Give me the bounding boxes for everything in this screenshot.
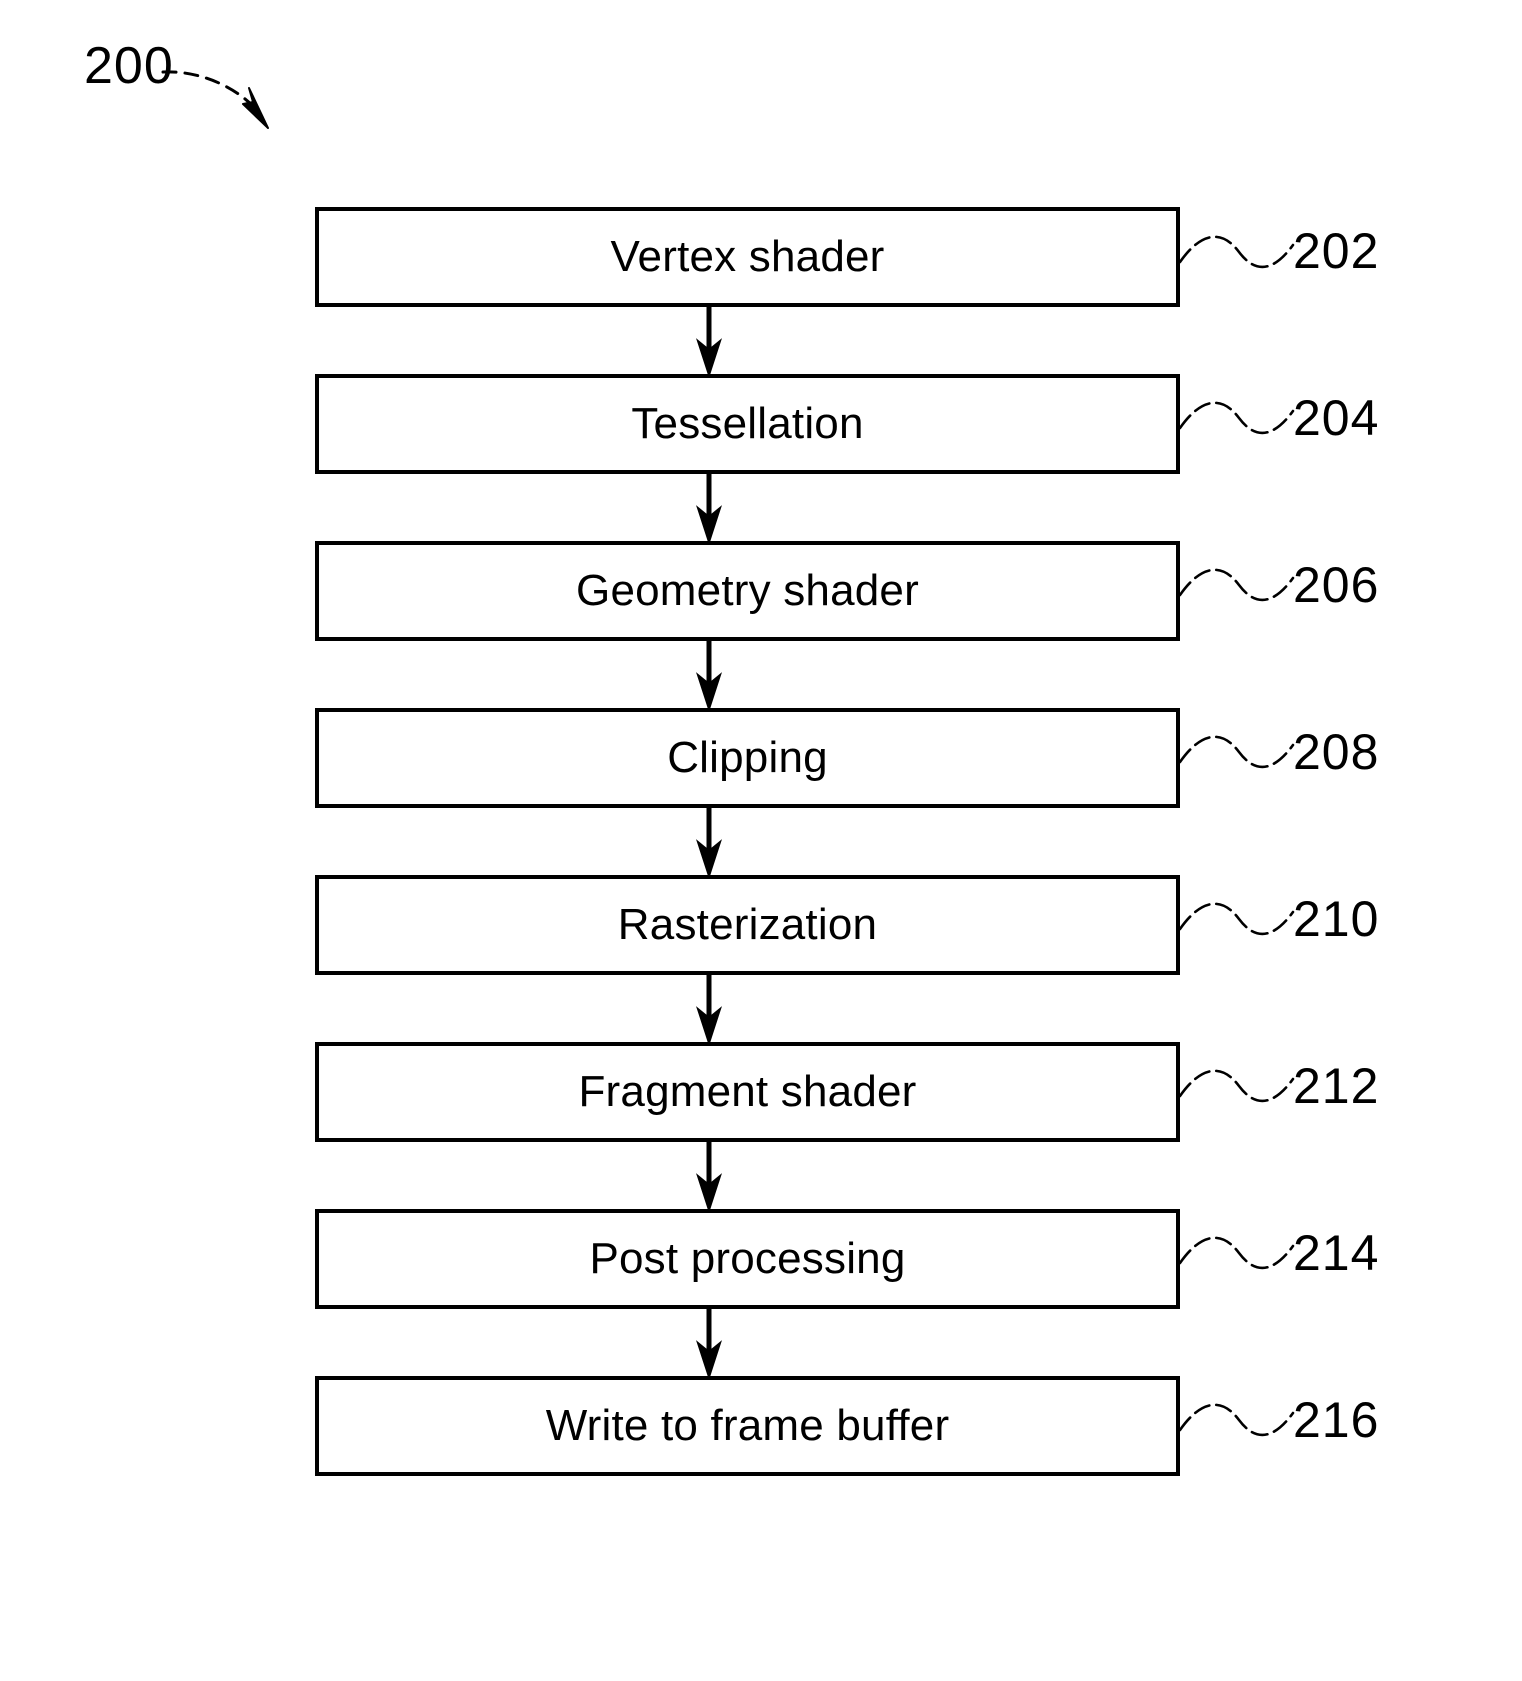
process-box-geometry-shader[interactable]: Geometry shader [315, 541, 1180, 641]
process-box-fragment-shader[interactable]: Fragment shader [315, 1042, 1180, 1142]
connector-208-210 [696, 806, 722, 880]
lead-line-210 [1178, 902, 1295, 936]
lead-line-216 [1178, 1403, 1295, 1437]
reference-numeral-212: 212 [1293, 1058, 1380, 1114]
connector-202-204 [696, 305, 722, 379]
reference-numeral-210: 210 [1293, 891, 1380, 947]
lead-line-206 [1178, 568, 1295, 602]
reference-lead-lines [1178, 235, 1295, 1437]
process-box-label: Write to frame buffer [545, 1401, 950, 1450]
process-box-vertex-shader[interactable]: Vertex shader [315, 207, 1180, 307]
process-box-label: Clipping [667, 733, 828, 782]
patent-figure-200: 200 Vertex shader 202 Tessellation 204 G… [0, 0, 1522, 1681]
connector-206-208 [696, 639, 722, 713]
connector-204-206 [696, 472, 722, 546]
connector-214-216 [696, 1307, 722, 1381]
reference-numeral-214: 214 [1293, 1225, 1380, 1281]
process-box-write-to-frame-buffer[interactable]: Write to frame buffer [315, 1376, 1180, 1476]
reference-numeral-208: 208 [1293, 724, 1380, 780]
lead-line-204 [1178, 401, 1295, 435]
reference-numeral-202: 202 [1293, 223, 1380, 279]
process-box-clipping[interactable]: Clipping [315, 708, 1180, 808]
lead-line-214 [1178, 1236, 1295, 1270]
connector-210-212 [696, 973, 722, 1047]
process-box-label: Tessellation [631, 399, 864, 448]
process-box-label: Geometry shader [576, 566, 919, 615]
reference-numeral-204: 204 [1293, 390, 1380, 446]
process-box-post-processing[interactable]: Post processing [315, 1209, 1180, 1309]
process-box-label: Post processing [589, 1234, 906, 1283]
process-box-label: Rasterization [617, 900, 878, 949]
process-box-label: Vertex shader [610, 232, 885, 281]
process-box-label: Fragment shader [578, 1067, 917, 1116]
process-box-tessellation[interactable]: Tessellation [315, 374, 1180, 474]
connector-212-214 [696, 1140, 722, 1214]
lead-line-202 [1178, 235, 1295, 269]
lead-line-208 [1178, 735, 1295, 769]
reference-numeral-216: 216 [1293, 1392, 1380, 1448]
figure-number-label: 200 [84, 37, 174, 95]
process-box-rasterization[interactable]: Rasterization [315, 875, 1180, 975]
figure-callout-arrow [161, 70, 269, 129]
reference-numeral-206: 206 [1293, 557, 1380, 613]
lead-line-212 [1178, 1069, 1295, 1103]
